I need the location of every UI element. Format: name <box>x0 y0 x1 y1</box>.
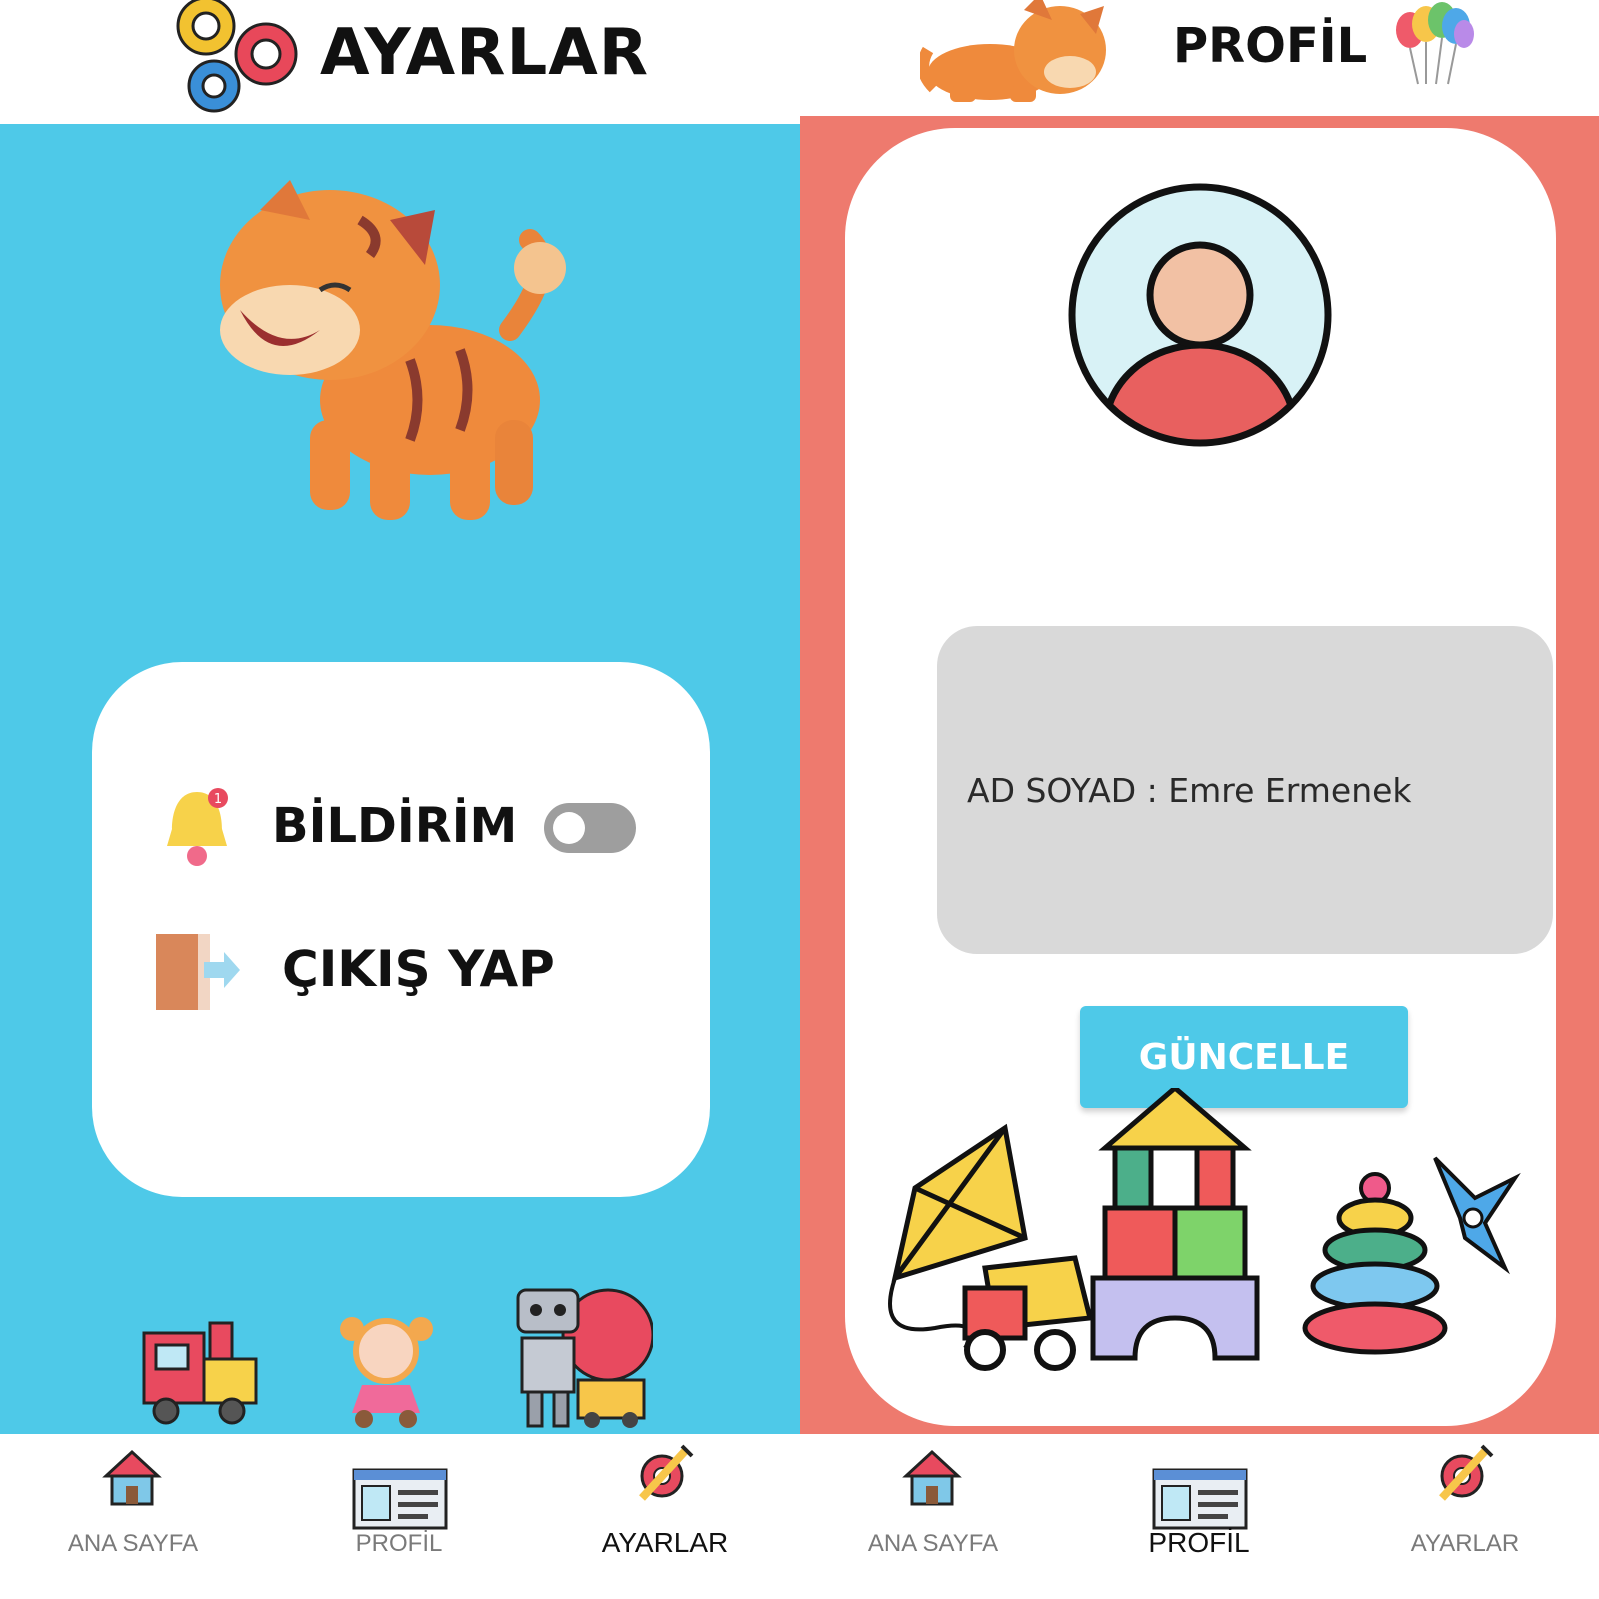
nav-home-label: ANA SAYFA <box>867 1530 999 1557</box>
house-icon <box>902 1449 962 1506</box>
nav-settings[interactable]: AYARLAR <box>1332 1434 1598 1599</box>
nav-settings-label: AYARLAR <box>1410 1530 1520 1557</box>
settings-tools-icon <box>639 1444 694 1501</box>
logout-button[interactable]: ÇIKIŞ YAP <box>282 940 555 998</box>
nav-profile-label: PROFİL <box>1148 1527 1250 1558</box>
notification-label: BİLDİRİM <box>272 798 518 854</box>
user-avatar-icon <box>1068 183 1332 447</box>
bell-icon: 1 <box>167 788 228 866</box>
bottom-navigation: ANA SAYFA PROFİL AYARLAR <box>800 1434 1599 1599</box>
settings-body: 1 BİLDİRİM ÇIKIŞ YAP <box>0 124 800 1434</box>
tiger-icon <box>920 0 1106 102</box>
profile-card-icon <box>352 1468 448 1530</box>
balloons-icon <box>1396 2 1474 85</box>
nav-profile-label: PROFİL <box>355 1530 443 1557</box>
settings-screen: AYARLAR 1 BİLDİRİM ÇIKIŞ YAP ANA SAYFA P… <box>0 0 800 1599</box>
bottom-navigation: ANA SAYFA PROFİL AYARLAR <box>0 1434 800 1599</box>
full-name-text: AD SOYAD : Emre Ermenek <box>967 771 1412 810</box>
nav-settings-label: AYARLAR <box>601 1527 729 1558</box>
house-icon <box>102 1449 162 1506</box>
name-display-box: AD SOYAD : Emre Ermenek <box>937 626 1553 954</box>
nav-home[interactable]: ANA SAYFA <box>800 1434 1066 1599</box>
profile-card-icon <box>1152 1468 1248 1530</box>
settings-tools-icon <box>1439 1444 1494 1501</box>
page-title: AYARLAR <box>320 16 650 90</box>
gears-icon <box>176 0 298 113</box>
page-title: PROFİL <box>1173 18 1368 74</box>
settings-card: 1 BİLDİRİM ÇIKIŞ YAP <box>92 662 710 1197</box>
toggle-knob <box>553 812 585 844</box>
nav-home-label: ANA SAYFA <box>67 1530 199 1557</box>
profile-header: PROFİL <box>800 0 1599 124</box>
exit-door-icon <box>156 934 240 1010</box>
nav-home[interactable]: ANA SAYFA <box>0 1434 266 1599</box>
toys-illustration-icon <box>888 1088 1521 1371</box>
doll-icon <box>340 1317 433 1428</box>
nav-profile[interactable]: PROFİL <box>1066 1434 1332 1599</box>
train-icon <box>142 1321 258 1425</box>
robot-icon <box>516 1288 653 1428</box>
profile-card: AD SOYAD : Emre Ermenek GÜNCELLE <box>845 128 1556 1426</box>
tiger-icon <box>220 180 566 520</box>
profile-screen: PROFİL AD SOYAD : Emre Ermenek GÜNCELLE <box>800 0 1599 1599</box>
nav-settings[interactable]: AYARLAR <box>532 1434 798 1599</box>
notification-toggle[interactable] <box>544 803 636 853</box>
nav-profile[interactable]: PROFİL <box>266 1434 532 1599</box>
svg-text:1: 1 <box>214 792 222 807</box>
settings-header: AYARLAR <box>0 0 800 124</box>
